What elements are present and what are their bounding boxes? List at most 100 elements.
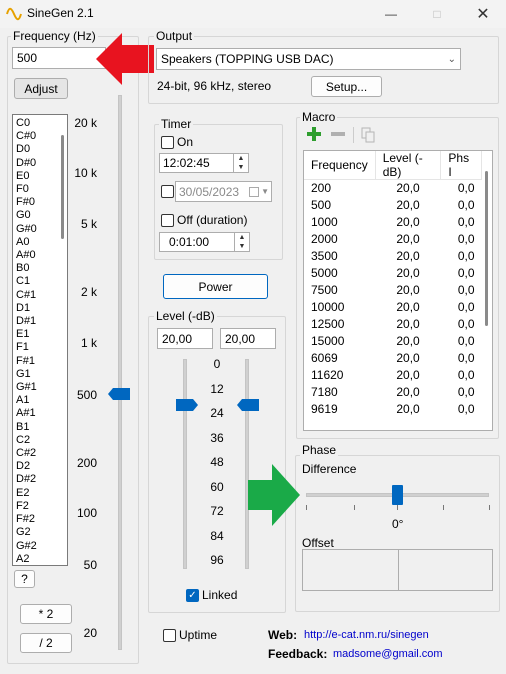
note-list-item[interactable]: B0 [13,262,67,275]
note-list-item[interactable]: G1 [13,368,67,381]
frequency-group-label: Frequency (Hz) [11,29,98,43]
close-icon[interactable]: ✕ [460,0,506,28]
macro-table-row[interactable]: 7180 20,0 0,0 [304,384,482,401]
maximize-icon[interactable]: □ [414,0,460,28]
phase-offset-control[interactable] [302,549,493,591]
note-list-item[interactable]: G#0 [13,223,67,236]
chevron-down-icon[interactable]: ▼ [261,187,269,196]
note-list-item[interactable]: F2 [13,500,67,513]
macro-column-header[interactable]: Level (-dB) [375,151,442,180]
note-list-item[interactable]: C1 [13,275,67,288]
linked-checkbox[interactable]: ✓ [186,589,199,602]
note-list-item[interactable]: A2 [13,553,67,565]
macro-table-cell: 0,0 [457,181,475,196]
macro-table-row[interactable]: 15000 20,0 0,0 [304,333,482,350]
frequency-input[interactable]: 500 [12,47,106,69]
phase-difference-slider-thumb[interactable] [392,485,403,505]
spin-up-icon[interactable]: ▲ [235,233,249,242]
minus-icon[interactable] [331,132,345,136]
note-list-item[interactable]: G#1 [13,381,67,394]
macro-table-row[interactable]: 10000 20,0 0,0 [304,299,482,316]
spin-down-icon[interactable]: ▼ [235,242,249,251]
note-list-item[interactable]: E1 [13,328,67,341]
frequency-slider-track[interactable] [118,95,122,650]
double-frequency-button[interactable]: * 2 [20,604,72,624]
timer-on-time-field[interactable]: 12:02:45 ▲ ▼ [159,153,249,173]
note-list-item[interactable]: A0 [13,236,67,249]
help-button[interactable]: ? [14,570,35,588]
level-right-input[interactable]: 20,00 [220,328,276,349]
macro-table-row[interactable]: 3500 20,0 0,0 [304,248,482,265]
minimize-icon[interactable]: — [368,0,414,28]
phase-difference-value: 0° [392,517,404,531]
note-list-item[interactable]: G2 [13,526,67,539]
macro-table-row[interactable]: 12500 20,0 0,0 [304,316,482,333]
web-link[interactable]: http://e-cat.nm.ru/sinegen [304,629,429,641]
note-list-item[interactable]: D0 [13,143,67,156]
timer-date-field[interactable]: 30/05/2023 ▼ [175,181,272,202]
macro-table-row[interactable]: 200 20,0 0,0 [304,180,482,197]
macro-table-row[interactable]: 2000 20,0 0,0 [304,231,482,248]
timer-off-checkbox[interactable] [161,214,174,227]
calendar-icon[interactable] [249,186,260,197]
macro-table-row[interactable]: 6069 20,0 0,0 [304,350,482,367]
spin-down-icon[interactable]: ▼ [234,163,248,172]
frequency-slider-thumb[interactable] [108,388,130,400]
note-list-item[interactable]: C#2 [13,447,67,460]
timer-duration-spinner[interactable]: ▲ ▼ [234,233,249,251]
note-list-item[interactable]: F1 [13,341,67,354]
uptime-checkbox[interactable] [163,629,176,642]
macro-column-header[interactable]: Frequency [304,151,376,180]
note-list-item[interactable]: D#1 [13,315,67,328]
macro-table-row[interactable]: 500 20,0 0,0 [304,197,482,214]
macro-table-row[interactable]: 9619 20,0 0,0 [304,401,482,418]
macro-table-row[interactable]: 11620 20,0 0,0 [304,367,482,384]
note-list-item[interactable]: C#1 [13,289,67,302]
level-left-slider-thumb[interactable] [176,399,198,411]
setup-button[interactable]: Setup... [311,76,382,97]
half-frequency-button[interactable]: / 2 [20,633,72,653]
level-left-input[interactable]: 20,00 [157,328,213,349]
output-device-select[interactable]: Speakers (TOPPING USB DAC) ⌄ [156,48,461,70]
timer-date-checkbox[interactable] [161,185,174,198]
note-list-item[interactable]: A1 [13,394,67,407]
note-list-item[interactable]: F0 [13,183,67,196]
note-list-item[interactable]: E0 [13,170,67,183]
note-list-item[interactable]: F#2 [13,513,67,526]
note-list-item[interactable]: C2 [13,434,67,447]
macro-table-scrollbar[interactable] [485,171,488,326]
timer-on-spinner[interactable]: ▲ ▼ [233,154,248,172]
macro-table[interactable]: Frequency Level (-dB) Phs I 200 20,0 0,0 500 2… [303,150,493,431]
macro-table-row[interactable]: 5000 20,0 0,0 [304,265,482,282]
note-list-item[interactable]: D2 [13,460,67,473]
note-list-scrollbar[interactable] [61,135,64,239]
note-list-item[interactable]: G0 [13,209,67,222]
copy-icon[interactable] [361,127,375,143]
timer-duration-field[interactable]: 0:01:00 ▲ ▼ [159,232,250,252]
feedback-email-link[interactable]: madsome@gmail.com [333,648,443,660]
note-list-item[interactable]: D#0 [13,157,67,170]
note-list-item[interactable]: F#0 [13,196,67,209]
macro-column-header[interactable]: Phs I [440,151,482,180]
spin-up-icon[interactable]: ▲ [234,154,248,163]
plus-icon[interactable] [307,127,321,141]
note-list-item[interactable]: C0 [13,117,67,130]
note-list-item[interactable]: C#0 [13,130,67,143]
timer-on-checkbox[interactable] [161,136,174,149]
note-list-item[interactable]: F#1 [13,355,67,368]
macro-table-cell: 0,0 [457,283,475,297]
adjust-button[interactable]: Adjust [14,78,68,99]
note-list[interactable]: C0 C#0 D0 D#0 E0 F0 F#0 G0 G#0 A0 A#0 B0 C1 C#1 D1 D#1 E… [12,114,68,566]
note-list-item[interactable]: G#2 [13,540,67,553]
note-list-item[interactable]: E2 [13,487,67,500]
note-list-item[interactable]: A#1 [13,407,67,420]
note-list-item[interactable]: B1 [13,421,67,434]
level-left-slider-track[interactable] [183,359,187,569]
macro-table-row[interactable]: 1000 20,0 0,0 [304,214,482,231]
power-button[interactable]: Power [163,274,268,299]
note-list-item[interactable]: D1 [13,302,67,315]
note-list-item[interactable]: A#0 [13,249,67,262]
macro-table-row[interactable]: 7500 20,0 0,0 [304,282,482,299]
level-right-slider-thumb[interactable] [237,399,259,411]
note-list-item[interactable]: D#2 [13,473,67,486]
